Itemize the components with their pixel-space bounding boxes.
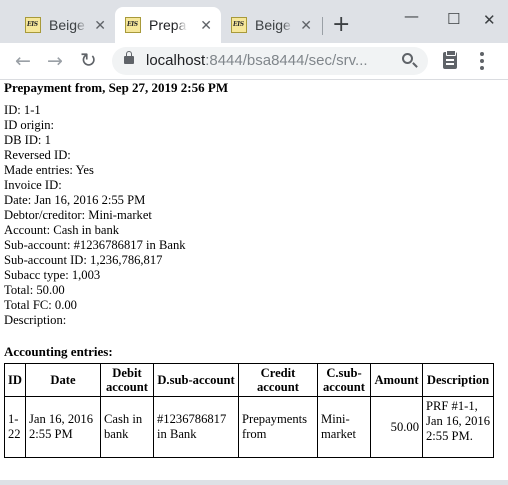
field-account: Account: Cash in bank <box>4 223 120 237</box>
header-id: ID <box>4 363 26 397</box>
page-content: Prepayment from, Sep 27, 2019 2:56 PM ID… <box>0 80 508 485</box>
field-id: ID: 1-1 <box>4 103 41 117</box>
close-window-button[interactable]: ✕ <box>483 10 496 30</box>
lock-icon[interactable] <box>124 51 134 64</box>
table-header-row: ID Date Debit account D.sub-account Cred… <box>4 363 494 397</box>
tab-title: Prepa <box>149 17 187 33</box>
eis-favicon-icon: EIS <box>125 17 141 33</box>
browser-toolbar: ← → ↻ localhost:8444/bsa8444/sec/srv... <box>0 43 508 80</box>
header-credit-account: Credit account <box>238 363 318 397</box>
header-amount: Amount <box>370 363 423 397</box>
field-invoice-id: Invoice ID: <box>4 178 62 192</box>
document-fields: ID: 1-1 ID origin: DB ID: 1 Reversed ID:… <box>4 103 186 328</box>
page-title: Prepayment from, Sep 27, 2019 2:56 PM <box>4 80 229 95</box>
close-tab-icon[interactable]: ✕ <box>300 16 312 34</box>
back-button[interactable]: ← <box>15 50 31 72</box>
header-debit-account: Debit account <box>100 363 154 397</box>
window-bottom-border <box>0 480 508 485</box>
tab-strip: EIS Beige ✕ EIS Prepa ✕ EIS Beige ✕ + — … <box>0 0 508 43</box>
maximize-button[interactable]: ☐ <box>447 9 460 29</box>
close-tab-icon[interactable]: ✕ <box>200 16 212 34</box>
address-bar[interactable]: localhost:8444/bsa8444/sec/srv... <box>112 47 428 75</box>
field-debtor-creditor: Debtor/creditor: Mini-market <box>4 208 152 222</box>
forward-button[interactable]: → <box>47 50 63 72</box>
field-subacc-type: Subacc type: 1,003 <box>4 268 101 282</box>
new-tab-button[interactable]: + <box>332 13 350 37</box>
field-description: Description: <box>4 313 67 327</box>
field-sub-account-id: Sub-account ID: 1,236,786,817 <box>4 253 163 267</box>
eis-favicon-icon: EIS <box>25 17 41 33</box>
field-db-id: DB ID: 1 <box>4 133 51 147</box>
close-tab-icon[interactable]: ✕ <box>94 16 106 34</box>
cell-d-sub-account: #1236786817 in Bank <box>153 396 239 458</box>
cell-c-sub-account: Mini-market <box>317 396 371 458</box>
field-total-fc: Total FC: 0.00 <box>4 298 77 312</box>
cell-id: 1-22 <box>4 396 26 458</box>
header-date: Date <box>25 363 101 397</box>
field-id-origin: ID origin: <box>4 118 55 132</box>
accounting-entries-table: ID Date Debit account D.sub-account Cred… <box>4 363 494 458</box>
minimize-button[interactable]: — <box>404 6 419 26</box>
entries-heading: Accounting entries: <box>4 344 113 359</box>
cell-description: PRF #1-1, Jan 16, 2016 2:55 PM. <box>422 396 494 458</box>
clipboard-icon[interactable] <box>443 50 457 69</box>
cell-amount: 50.00 <box>370 396 423 458</box>
field-sub-account: Sub-account: #1236786817 in Bank <box>4 238 186 252</box>
tab-title: Beige <box>255 17 291 33</box>
field-reversed-id: Reversed ID: <box>4 148 71 162</box>
tab-title: Beige <box>49 17 85 33</box>
cell-date: Jan 16, 2016 2:55 PM <box>25 396 101 458</box>
url-text[interactable]: localhost:8444/bsa8444/sec/srv... <box>146 52 368 69</box>
header-c-sub-account: C.sub-account <box>317 363 371 397</box>
table-row: 1-22 Jan 16, 2016 2:55 PM Cash in bank #… <box>4 396 494 458</box>
tab-prepayment[interactable]: EIS Prepa ✕ <box>115 7 221 43</box>
field-total: Total: 50.00 <box>4 283 65 297</box>
menu-icon[interactable] <box>480 52 484 70</box>
tab-beige-1[interactable]: EIS Beige ✕ <box>15 7 115 43</box>
field-made-entries: Made entries: Yes <box>4 163 94 177</box>
eis-favicon-icon: EIS <box>231 17 247 33</box>
cell-credit-account: Prepayments from <box>238 396 318 458</box>
header-description: Description <box>422 363 494 397</box>
reload-button[interactable]: ↻ <box>80 49 97 71</box>
cell-debit-account: Cash in bank <box>100 396 154 458</box>
zoom-icon[interactable] <box>402 53 413 64</box>
field-date: Date: Jan 16, 2016 2:55 PM <box>4 193 146 207</box>
tab-beige-2[interactable]: EIS Beige ✕ <box>221 7 321 43</box>
header-d-sub-account: D.sub-account <box>153 363 239 397</box>
tab-separator <box>322 17 323 35</box>
